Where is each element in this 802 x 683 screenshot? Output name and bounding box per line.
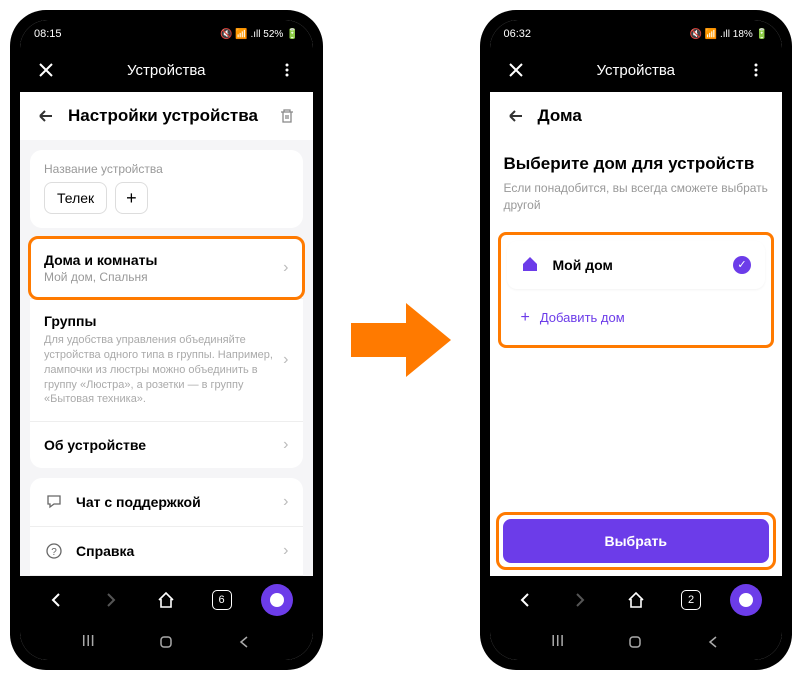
phone-right: 06:32 🔇 📶 .ıll 18% 🔋 Устройства Дома Выб… — [480, 10, 793, 670]
select-button-highlight: Выбрать — [496, 512, 777, 570]
homes-title: Дома и комнаты — [44, 252, 283, 268]
homes-rooms-row[interactable]: Дома и комнаты Мой дом, Спальня › — [30, 238, 303, 298]
system-nav: III — [20, 624, 313, 660]
home-item[interactable]: Мой дом ✓ — [507, 241, 766, 289]
phone-left: 08:15 🔇 📶 .ıll 52% 🔋 Устройства Настройк… — [10, 10, 323, 670]
chevron-right-icon: › — [283, 436, 288, 454]
chevron-right-icon: › — [283, 259, 288, 277]
back-icon[interactable] — [504, 104, 528, 128]
nav-back-icon[interactable] — [505, 580, 545, 620]
nav-back-icon[interactable] — [36, 580, 76, 620]
sys-home-icon[interactable] — [158, 634, 174, 650]
arrow-icon — [343, 295, 460, 385]
settings-card: Дома и комнаты Мой дом, Спальня › Группы… — [30, 238, 303, 468]
nav-tabs-icon[interactable]: 6 — [202, 580, 242, 620]
status-right: 🔇 📶 .ıll 18% 🔋 — [690, 29, 768, 40]
nav-home-icon[interactable] — [146, 580, 186, 620]
notch — [606, 20, 666, 34]
check-icon: ✓ — [733, 256, 751, 274]
status-time: 08:15 — [34, 28, 62, 40]
sys-back-icon[interactable] — [237, 635, 251, 649]
plus-icon: + — [521, 309, 530, 327]
about-row[interactable]: Об устройстве › — [30, 421, 303, 468]
select-button[interactable]: Выбрать — [503, 519, 770, 563]
help-row[interactable]: ? Справка › — [30, 526, 303, 575]
system-nav: III — [490, 624, 783, 660]
add-name-button[interactable]: + — [115, 182, 148, 214]
svg-text:?: ? — [51, 547, 57, 558]
tabs-count: 6 — [212, 590, 232, 610]
more-icon[interactable] — [744, 58, 768, 82]
groups-row[interactable]: Группы Для удобства управления объединяй… — [30, 298, 303, 421]
sys-recent-icon[interactable]: III — [551, 633, 564, 651]
device-name-chip[interactable]: Телек — [44, 182, 107, 214]
nav-forward-icon[interactable] — [560, 580, 600, 620]
close-icon[interactable] — [504, 58, 528, 82]
nav-home-icon[interactable] — [616, 580, 656, 620]
home-name: Мой дом — [553, 257, 734, 273]
nav-tabs-icon[interactable]: 2 — [671, 580, 711, 620]
chevron-right-icon: › — [283, 493, 288, 511]
homes-sub: Мой дом, Спальня — [44, 270, 283, 284]
titlebar-title: Устройства — [528, 62, 745, 79]
device-name-card: Название устройства Телек + — [30, 150, 303, 228]
app-titlebar: Устройства — [20, 48, 313, 92]
home-icon — [521, 255, 541, 275]
about-title: Об устройстве — [44, 437, 283, 453]
support-title: Чат с поддержкой — [76, 494, 283, 510]
choose-home-heading: Выберите дом для устройств — [490, 140, 783, 180]
groups-title: Группы — [44, 313, 283, 329]
browser-nav: 2 — [490, 576, 783, 624]
choose-home-sub: Если понадобится, вы всегда сможете выбр… — [490, 180, 783, 226]
sys-back-icon[interactable] — [706, 635, 720, 649]
page-header: Настройки устройства — [20, 92, 313, 140]
sys-recent-icon[interactable]: III — [82, 633, 95, 651]
chevron-right-icon: › — [283, 351, 288, 369]
notch — [136, 20, 196, 34]
page-title: Настройки устройства — [68, 106, 265, 126]
support-card: Чат с поддержкой › ? Справка › Форма обр… — [30, 478, 303, 576]
nav-alice-icon[interactable] — [726, 580, 766, 620]
browser-nav: 6 — [20, 576, 313, 624]
support-chat-row[interactable]: Чат с поддержкой › — [30, 478, 303, 526]
status-time: 06:32 — [504, 28, 532, 40]
app-titlebar: Устройства — [490, 48, 783, 92]
groups-desc: Для удобства управления объединяйте устр… — [44, 333, 283, 407]
back-icon[interactable] — [34, 104, 58, 128]
page-header: Дома — [490, 92, 783, 140]
status-right: 🔇 📶 .ıll 52% 🔋 — [220, 29, 298, 40]
add-home-label: Добавить дом — [540, 310, 625, 325]
close-icon[interactable] — [34, 58, 58, 82]
tabs-count: 2 — [681, 590, 701, 610]
nav-alice-icon[interactable] — [257, 580, 297, 620]
trash-icon[interactable] — [275, 104, 299, 128]
device-name-label: Название устройства — [30, 150, 303, 182]
help-icon: ? — [44, 541, 64, 561]
help-title: Справка — [76, 543, 283, 559]
sys-home-icon[interactable] — [627, 634, 643, 650]
page-title: Дома — [538, 106, 769, 126]
homes-list-highlight: Мой дом ✓ + Добавить дом — [498, 232, 775, 348]
add-home-button[interactable]: + Добавить дом — [507, 297, 766, 339]
titlebar-title: Устройства — [58, 62, 275, 79]
nav-forward-icon[interactable] — [91, 580, 131, 620]
chevron-right-icon: › — [283, 542, 288, 560]
more-icon[interactable] — [275, 58, 299, 82]
chat-icon — [44, 492, 64, 512]
